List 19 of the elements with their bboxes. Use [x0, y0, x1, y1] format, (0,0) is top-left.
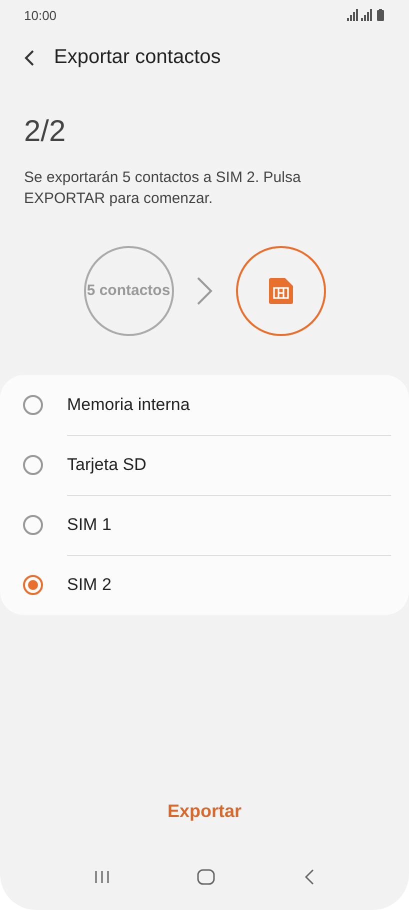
back-nav-icon[interactable]: [303, 869, 316, 885]
radio-button[interactable]: [23, 515, 43, 535]
home-icon[interactable]: [197, 869, 216, 885]
description-text: Se exportarán 5 contactos a SIM 2. Pulsa EXPORTAR para comenzar.: [23, 168, 302, 209]
radio-button[interactable]: [23, 395, 43, 415]
radio-button[interactable]: [23, 575, 43, 595]
chevron-icon: [196, 276, 214, 306]
storage-option[interactable]: Memoria interna: [0, 375, 409, 435]
storage-option[interactable]: SIM 1: [0, 495, 409, 555]
storage-option[interactable]: SIM 2: [0, 555, 409, 615]
storage-option[interactable]: Tarjeta SD: [0, 435, 409, 495]
status-icons: [347, 9, 387, 21]
recent-apps-icon[interactable]: [94, 870, 110, 884]
sim-card-icon: [268, 278, 292, 304]
contacts-count: 5 contactos: [86, 281, 172, 301]
radio-button[interactable]: [23, 455, 43, 475]
status-time: 10:00: [24, 8, 57, 22]
step-counter: 2/2: [23, 115, 67, 149]
page-title: Exportar contactos: [54, 46, 221, 69]
